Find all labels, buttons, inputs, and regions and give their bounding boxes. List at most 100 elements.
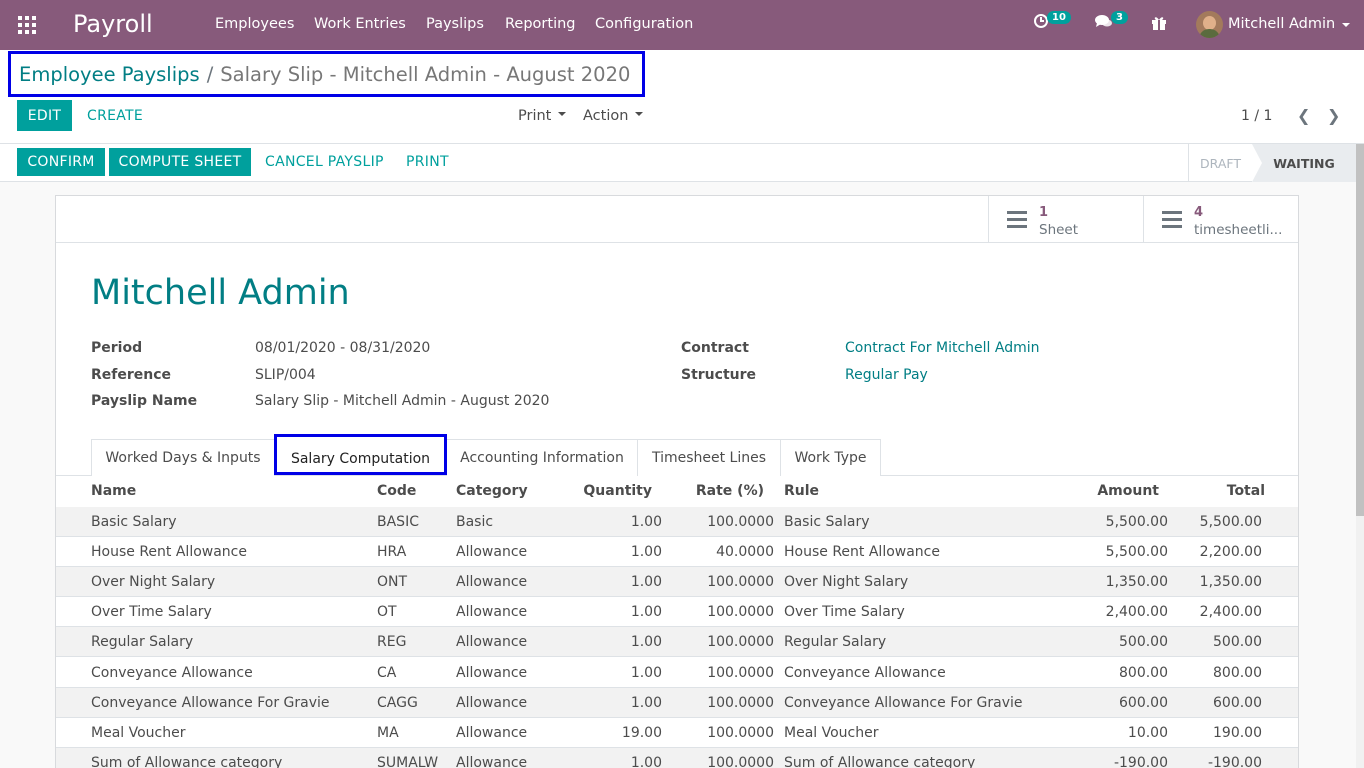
- tab-accounting-information[interactable]: Accounting Information: [446, 439, 638, 476]
- breadcrumb-parent[interactable]: Employee Payslips: [19, 63, 200, 86]
- list-icon: [1007, 211, 1027, 229]
- gift-icon[interactable]: [1151, 15, 1167, 31]
- cell-amount: 2,400.00: [1105, 604, 1168, 620]
- table-row[interactable]: House Rent Allowance HRA Allowance 1.00 40.0…: [56, 537, 1298, 567]
- table-row[interactable]: Over Night Salary ONT Allowance 1.00 100.000…: [56, 567, 1298, 597]
- cell-amount: 1,350.00: [1105, 574, 1168, 590]
- cell-rate: 100.0000: [707, 604, 774, 620]
- cell-code: CAGG: [377, 695, 418, 711]
- cell-amount: 10.00: [1127, 725, 1168, 741]
- sheet-label: Sheet: [1039, 222, 1079, 238]
- menu-employees[interactable]: Employees: [215, 16, 294, 32]
- confirm-button[interactable]: CONFIRM: [17, 148, 105, 176]
- cell-name: Regular Salary: [91, 634, 194, 650]
- scrollbar-thumb[interactable]: [1356, 144, 1364, 516]
- create-button[interactable]: CREATE: [87, 108, 143, 124]
- cell-category: Allowance: [456, 574, 528, 590]
- pager-value[interactable]: 1 / 1: [1241, 108, 1272, 124]
- cell-quantity: 19.00: [621, 725, 662, 741]
- column-header-total[interactable]: Total: [1165, 483, 1265, 499]
- cell-name: Sum of Allowance category: [91, 755, 283, 768]
- structure-link[interactable]: Regular Pay: [845, 367, 928, 383]
- table-row[interactable]: Meal Voucher MA Allowance 19.00 100.0000 Meal…: [56, 718, 1298, 748]
- user-avatar[interactable]: [1196, 11, 1223, 38]
- pager-next-icon[interactable]: ❯: [1327, 108, 1341, 124]
- employee-name[interactable]: Mitchell Admin: [91, 273, 350, 313]
- action-dropdown[interactable]: Action: [583, 108, 644, 124]
- user-menu-name[interactable]: Mitchell Admin: [1228, 16, 1335, 32]
- menu-payslips[interactable]: Payslips: [426, 16, 484, 32]
- cell-category: Allowance: [456, 695, 528, 711]
- print-dropdown[interactable]: Print: [518, 108, 567, 124]
- cell-total: -190.00: [1207, 755, 1262, 768]
- cell-code: SUMALW: [377, 755, 439, 768]
- apps-grid-icon[interactable]: [18, 16, 36, 34]
- cell-quantity: 1.00: [630, 665, 662, 681]
- print-payslip-button[interactable]: PRINT: [406, 154, 449, 170]
- sheet-count: 1: [1039, 205, 1049, 220]
- messages-button[interactable]: 3: [1095, 10, 1128, 29]
- cell-total: 2,400.00: [1199, 604, 1262, 620]
- column-header-amount[interactable]: Amount: [1059, 483, 1159, 499]
- cell-rate: 100.0000: [707, 574, 774, 590]
- cell-name: Over Night Salary: [91, 574, 216, 590]
- contract-link[interactable]: Contract For Mitchell Admin: [845, 340, 1040, 356]
- user-menu-caret-icon[interactable]: [1342, 23, 1350, 27]
- cell-total: 2,200.00: [1199, 544, 1262, 560]
- print-dropdown-label: Print: [518, 108, 552, 124]
- contract-label: Contract: [681, 340, 749, 356]
- cancel-payslip-button[interactable]: CANCEL PAYSLIP: [265, 154, 384, 170]
- tab-worked-days-inputs[interactable]: Worked Days & Inputs: [91, 439, 275, 476]
- status-draft[interactable]: DRAFT: [1188, 144, 1252, 182]
- column-header-rule[interactable]: Rule: [784, 483, 819, 499]
- structure-label: Structure: [681, 367, 757, 383]
- cell-code: HRA: [377, 544, 407, 560]
- caret-down-icon: [635, 112, 644, 116]
- cell-rule: Regular Salary: [784, 634, 887, 650]
- cell-amount: 800.00: [1119, 665, 1168, 681]
- column-header-category[interactable]: Category: [456, 483, 528, 499]
- menu-work-entries[interactable]: Work Entries: [314, 16, 406, 32]
- cell-code: CA: [377, 665, 397, 681]
- column-header-code[interactable]: Code: [377, 483, 416, 499]
- table-row[interactable]: Regular Salary REG Allowance 1.00 100.0000 Re…: [56, 627, 1298, 657]
- column-header-rate[interactable]: Rate (%): [674, 483, 764, 499]
- cell-name: House Rent Allowance: [91, 544, 247, 560]
- cell-total: 500.00: [1213, 634, 1262, 650]
- cell-name: Basic Salary: [91, 514, 177, 530]
- cell-category: Allowance: [456, 755, 528, 768]
- timesheet-lines-smart-button[interactable]: 4 timesheetli...: [1143, 196, 1298, 243]
- tab-salary-computation[interactable]: Salary Computation: [274, 434, 447, 475]
- period-value[interactable]: 08/01/2020 - 08/31/2020: [255, 340, 430, 356]
- cell-name: Conveyance Allowance: [91, 665, 253, 681]
- pager-previous-icon[interactable]: ❮: [1297, 108, 1311, 124]
- cell-rule: Over Night Salary: [784, 574, 909, 590]
- payslip-name-value[interactable]: Salary Slip - Mitchell Admin - August 20…: [255, 393, 549, 409]
- table-row[interactable]: Over Time Salary OT Allowance 1.00 100.0000 O…: [56, 597, 1298, 627]
- menu-configuration[interactable]: Configuration: [595, 16, 693, 32]
- table-row[interactable]: Conveyance Allowance CA Allowance 1.00 100.0…: [56, 658, 1298, 688]
- cell-amount: 500.00: [1119, 634, 1168, 650]
- menu-reporting[interactable]: Reporting: [505, 16, 576, 32]
- tab-work-type[interactable]: Work Type: [780, 439, 881, 476]
- table-row[interactable]: Sum of Allowance category SUMALW Allowance…: [56, 748, 1298, 768]
- compute-sheet-button[interactable]: COMPUTE SHEET: [109, 148, 251, 176]
- column-header-name[interactable]: Name: [91, 483, 136, 499]
- table-row[interactable]: Basic Salary BASIC Basic 1.00 100.0000 Basic …: [56, 507, 1298, 537]
- period-label: Period: [91, 340, 143, 356]
- edit-button[interactable]: EDIT: [17, 100, 72, 131]
- cell-rule: Meal Voucher: [784, 725, 879, 741]
- tab-timesheet-lines[interactable]: Timesheet Lines: [637, 439, 781, 476]
- cell-total: 600.00: [1213, 695, 1262, 711]
- table-row[interactable]: Conveyance Allowance For Gravie CAGG Allow…: [56, 688, 1298, 718]
- activity-button[interactable]: 10: [1033, 10, 1071, 29]
- breadcrumb-current: Salary Slip - Mitchell Admin - August 20…: [220, 62, 631, 86]
- sheet-smart-button[interactable]: 1 Sheet: [988, 196, 1143, 243]
- cell-total: 5,500.00: [1199, 514, 1262, 530]
- cell-total: 190.00: [1213, 725, 1262, 741]
- cell-rate: 100.0000: [707, 725, 774, 741]
- reference-value[interactable]: SLIP/004: [255, 367, 316, 383]
- app-brand[interactable]: Payroll: [73, 10, 153, 38]
- timesheet-lines-count: 4: [1194, 205, 1204, 220]
- column-header-quantity[interactable]: Quantity: [562, 483, 652, 499]
